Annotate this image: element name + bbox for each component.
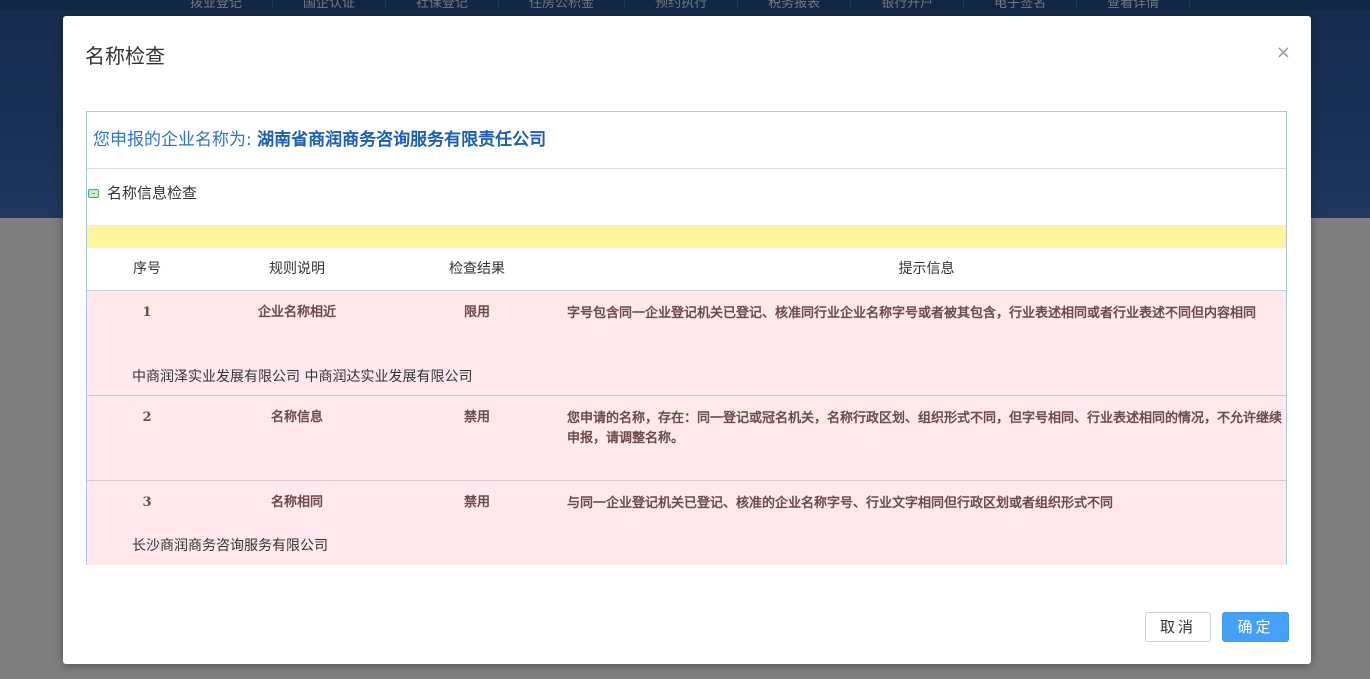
header-index: 序号 [133, 261, 161, 277]
row-rule: 名称相同 [270, 495, 323, 510]
row-hint: 您申请的名称，存在：同一登记或冠名机关，名称行政区划、组织形式不同，但字号相同、… [567, 409, 1286, 449]
declared-name-line: 您申报的企业名称为: 湖南省商润商务咨询服务有限责任公司 [87, 112, 1286, 169]
row-main: 2 名称信息 禁用 您申请的名称，存在：同一登记或冠名机关，名称行政区划、组织形… [87, 396, 1286, 449]
row-hint-text: 您申请的名称，存在：同一登记或冠名机关，名称行政区划、组织形式不同，但字号相同、… [567, 411, 1283, 446]
row-index: 3 [142, 495, 152, 510]
row-related-names: 长沙商润商务咨询服务有限公司 [132, 538, 328, 554]
row-result: 禁用 [463, 410, 490, 425]
header-rule: 规则说明 [269, 261, 325, 277]
table-row: 3 名称相同 禁用 与同一企业登记机关已登记、核准的企业名称字号、行业文字相同但… [87, 481, 1286, 565]
dialog-title: 名称检查 [85, 44, 165, 68]
section-title: 名称信息检查 [107, 184, 198, 202]
highlight-bar [87, 225, 1286, 248]
dialog-footer: 取消 确定 [1145, 612, 1289, 642]
table-header: 序号 规则说明 检查结果 提示信息 [87, 248, 1286, 291]
section-header: 名称信息检查 [87, 169, 1286, 217]
cancel-button[interactable]: 取消 [1145, 612, 1211, 642]
check-content-panel: 您申报的企业名称为: 湖南省商润商务咨询服务有限责任公司 名称信息检查 序号 规… [86, 111, 1287, 565]
row-hint-text: 与同一企业登记机关已登记、核准的企业名称字号、行业文字相同但行政区划或者组织形式… [567, 496, 1114, 511]
close-icon[interactable]: × [1276, 44, 1291, 62]
table-row: 1 企业名称相近 限用 字号包含同一企业登记机关已登记、核准同行业企业名称字号或… [87, 291, 1286, 396]
row-rule: 企业名称相近 [257, 305, 336, 320]
name-check-dialog: 名称检查 × 您申报的企业名称为: 湖南省商润商务咨询服务有限责任公司 名称信息… [63, 16, 1311, 664]
row-hint-text: 字号包含同一企业登记机关已登记、核准同行业企业名称字号或者被其包含，行业表述相同… [567, 306, 1257, 321]
row-hint: 与同一企业登记机关已登记、核准的企业名称字号、行业文字相同但行政区划或者组织形式… [567, 494, 1286, 514]
declared-company-name: 湖南省商润商务咨询服务有限责任公司 [257, 130, 547, 150]
row-result: 限用 [463, 305, 490, 320]
table-row: 2 名称信息 禁用 您申请的名称，存在：同一登记或冠名机关，名称行政区划、组织形… [87, 396, 1286, 481]
row-index: 2 [142, 410, 152, 425]
header-hint: 提示信息 [898, 261, 955, 277]
row-rule: 名称信息 [270, 410, 323, 425]
header-result: 检查结果 [449, 261, 505, 277]
row-main: 3 名称相同 禁用 与同一企业登记机关已登记、核准的企业名称字号、行业文字相同但… [87, 481, 1286, 514]
row-main: 1 企业名称相近 限用 字号包含同一企业登记机关已登记、核准同行业企业名称字号或… [87, 291, 1286, 324]
row-related-names: 中商润泽实业发展有限公司 中商润达实业发展有限公司 [132, 369, 473, 385]
row-index: 1 [142, 305, 152, 320]
row-result: 禁用 [463, 495, 490, 510]
declared-name-prefix: 您申报的企业名称为: [93, 130, 258, 150]
row-hint: 字号包含同一企业登记机关已登记、核准同行业企业名称字号或者被其包含，行业表述相同… [567, 304, 1286, 324]
section-list-icon [88, 189, 99, 198]
confirm-button[interactable]: 确定 [1222, 612, 1289, 642]
